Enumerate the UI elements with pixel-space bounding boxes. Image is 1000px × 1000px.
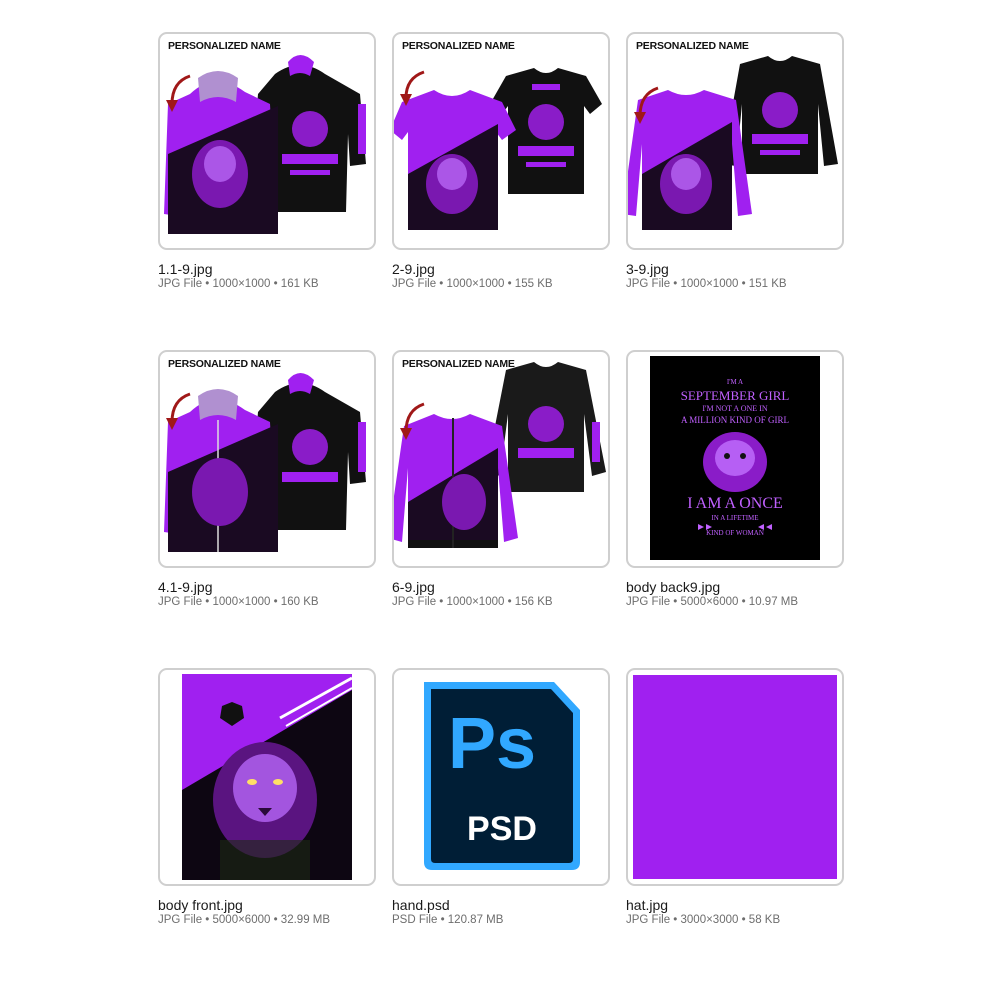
thumbnail-label: PERSONALIZED NAME xyxy=(402,358,515,370)
artwork-line: KIND OF WOMAN xyxy=(706,529,764,537)
bomber-jacket-mockup-icon xyxy=(394,362,606,548)
file-name: 3-9.jpg xyxy=(626,261,669,277)
file-tile[interactable]: PERSONALIZED NAME 4.1-9.jpg JPG File • 1… xyxy=(158,350,376,608)
file-meta: JPG File • 1000×1000 • 155 KB xyxy=(392,278,553,290)
file-thumbnail[interactable]: I'M A SEPTEMBER GIRL I'M NOT A ONE IN A … xyxy=(626,350,844,568)
file-grid: PERSONALIZED NAME 1.1-9.jpg JPG File • 1… xyxy=(0,0,1000,1000)
file-thumbnail[interactable] xyxy=(158,668,376,886)
thumbnail-label: PERSONALIZED NAME xyxy=(168,358,281,370)
thumbnail-label: PERSONALIZED NAME xyxy=(636,40,749,52)
thumbnail-label: PERSONALIZED NAME xyxy=(168,40,281,52)
hoodie-mockup-icon xyxy=(164,55,366,234)
file-thumbnail[interactable]: PERSONALIZED NAME xyxy=(392,350,610,568)
file-meta: JPG File • 5000×6000 • 10.97 MB xyxy=(626,596,799,608)
file-tile[interactable]: body front.jpg JPG File • 5000×6000 • 32… xyxy=(158,668,376,926)
file-thumbnail[interactable] xyxy=(626,668,844,886)
file-name: 1.1-9.jpg xyxy=(158,261,213,277)
file-tile[interactable]: hat.jpg JPG File • 3000×3000 • 58 KB xyxy=(626,668,844,926)
file-thumbnail[interactable]: Ps PSD xyxy=(392,668,610,886)
artwork-line: IN A LIFETIME xyxy=(711,514,758,522)
file-thumbnail[interactable]: PERSONALIZED NAME xyxy=(158,32,376,250)
file-meta: JPG File • 5000×6000 • 32.99 MB xyxy=(158,914,331,926)
file-tile[interactable]: Ps PSD hand.psd PSD File • 120.87 MB xyxy=(392,668,610,926)
tshirt-mockup-icon xyxy=(394,68,602,230)
file-name: 4.1-9.jpg xyxy=(158,579,213,595)
ps-extension-text: PSD xyxy=(467,810,537,848)
file-thumbnail[interactable]: PERSONALIZED NAME xyxy=(626,32,844,250)
tiger-print-artwork-icon: I'M A SEPTEMBER GIRL I'M NOT A ONE IN A … xyxy=(650,356,820,560)
lion-print-artwork-icon xyxy=(182,674,353,880)
file-tile[interactable]: I'M A SEPTEMBER GIRL I'M NOT A ONE IN A … xyxy=(626,350,844,608)
file-name: 2-9.jpg xyxy=(392,261,435,277)
ps-logo-text: Ps xyxy=(448,704,536,784)
file-meta: JPG File • 3000×3000 • 58 KB xyxy=(626,914,781,926)
file-meta: JPG File • 1000×1000 • 151 KB xyxy=(626,278,787,290)
file-name: body front.jpg xyxy=(158,897,243,913)
file-tile[interactable]: PERSONALIZED NAME 2-9.jpg JPG File • 100… xyxy=(392,32,610,290)
file-meta: JPG File • 1000×1000 • 156 KB xyxy=(392,596,553,608)
purple-swatch-icon xyxy=(633,675,837,879)
file-name: hat.jpg xyxy=(626,897,669,913)
file-name: 6-9.jpg xyxy=(392,579,435,595)
file-name: body back9.jpg xyxy=(626,579,721,595)
photoshop-icon: Ps PSD xyxy=(424,682,580,870)
artwork-line: I AM A ONCE xyxy=(687,495,783,512)
artwork-line: A MILLION KIND OF GIRL xyxy=(681,415,789,425)
file-meta: JPG File • 1000×1000 • 161 KB xyxy=(158,278,319,290)
zip-hoodie-mockup-icon xyxy=(164,373,366,552)
file-tile[interactable]: PERSONALIZED NAME 6-9.jpg JPG File • 100… xyxy=(392,350,610,608)
file-name: hand.psd xyxy=(392,897,450,913)
artwork-line: SEPTEMBER GIRL xyxy=(681,388,790,403)
file-tile[interactable]: PERSONALIZED NAME 1.1-9.jpg JPG File • 1… xyxy=(158,32,376,290)
thumbnail-label: PERSONALIZED NAME xyxy=(402,40,515,52)
file-thumbnail[interactable]: PERSONALIZED NAME xyxy=(158,350,376,568)
file-tile[interactable]: PERSONALIZED NAME 3-9.jpg JPG File • 100… xyxy=(626,32,844,290)
sweatshirt-mockup-icon xyxy=(628,56,838,230)
file-thumbnail[interactable]: PERSONALIZED NAME xyxy=(392,32,610,250)
file-meta: JPG File • 1000×1000 • 160 KB xyxy=(158,596,319,608)
file-meta: PSD File • 120.87 MB xyxy=(392,914,504,926)
artwork-line: I'M NOT A ONE IN xyxy=(702,404,768,413)
artwork-line: I'M A xyxy=(727,378,743,386)
